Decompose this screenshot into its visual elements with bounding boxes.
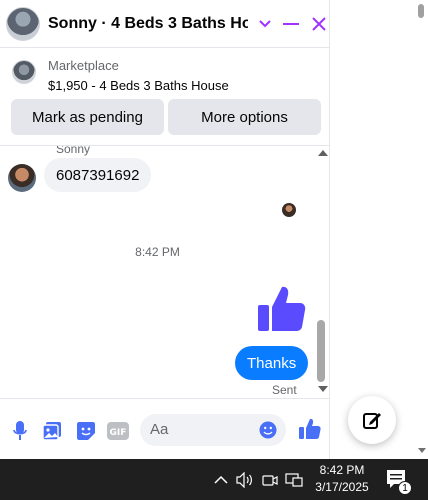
more-options-button[interactable]: More options (168, 99, 321, 135)
incoming-message-bubble[interactable]: 6087391692 (44, 158, 152, 192)
camera-icon[interactable] (261, 471, 279, 489)
new-message-button[interactable] (348, 396, 396, 444)
message-list: Sonny 6087391692 8:42 PM Thanks Sent (0, 146, 330, 398)
minimize-icon[interactable] (280, 13, 302, 35)
sender-name: Sonny (56, 146, 91, 156)
listing-avatar[interactable] (6, 6, 40, 41)
microphone-icon[interactable] (10, 421, 30, 441)
screen: Sonny · 4 Beds 3 Baths Ho... Marketplace… (0, 0, 428, 500)
message-status: Sent (272, 383, 297, 397)
show-hidden-icons-icon[interactable] (212, 471, 230, 489)
scroll-down-arrow[interactable] (318, 386, 328, 392)
message-input-placeholder: Aa (150, 421, 169, 438)
network-icon[interactable] (285, 471, 303, 489)
page-scroll-thumb[interactable] (418, 4, 424, 18)
message-composer: GIF Aa (0, 398, 330, 459)
taskbar: 8:42 PM 3/17/2025 1 (0, 459, 428, 500)
mark-as-pending-button[interactable]: Mark as pending (11, 99, 164, 135)
message-input[interactable]: Aa (140, 414, 286, 446)
listing-summary: $1,950 - 4 Beds 3 Baths House (48, 78, 229, 93)
taskbar-clock[interactable]: 8:42 PM 3/17/2025 (308, 462, 376, 496)
gif-icon[interactable]: GIF (107, 421, 129, 441)
time-separator: 8:42 PM (135, 245, 180, 259)
chat-header[interactable]: Sonny · 4 Beds 3 Baths Ho... (0, 0, 330, 48)
notification-badge: 1 (398, 481, 412, 495)
chat-title[interactable]: Sonny · 4 Beds 3 Baths Ho... (48, 15, 248, 33)
scroll-thumb[interactable] (317, 320, 325, 382)
close-icon[interactable] (308, 13, 330, 35)
sticker-icon[interactable] (76, 421, 96, 441)
thumbs-up-icon[interactable] (256, 283, 308, 335)
listing-thumbnail (12, 60, 36, 84)
page-scrollbar[interactable] (416, 0, 428, 459)
notification-center[interactable]: 1 (386, 469, 412, 495)
taskbar-time: 8:42 PM (319, 463, 365, 477)
svg-text:GIF: GIF (110, 428, 127, 438)
compose-icon (363, 413, 381, 429)
speaker-icon[interactable] (236, 471, 254, 489)
outgoing-message-bubble[interactable]: Thanks (235, 346, 309, 380)
page-scroll-down-arrow[interactable] (418, 448, 426, 453)
taskbar-date: 3/17/2025 (315, 480, 369, 494)
scroll-up-arrow[interactable] (318, 150, 328, 156)
photo-icon[interactable] (42, 421, 62, 441)
sender-avatar[interactable] (8, 164, 36, 192)
chevron-down-icon[interactable] (254, 13, 276, 35)
send-like-icon[interactable] (298, 417, 322, 441)
message-scrollbar[interactable] (315, 146, 329, 398)
seen-indicator-avatar (282, 203, 296, 217)
listing-category: Marketplace (48, 58, 119, 73)
chat-window: Sonny · 4 Beds 3 Baths Ho... Marketplace… (0, 0, 330, 459)
listing-info[interactable]: Marketplace $1,950 - 4 Beds 3 Baths Hous… (0, 52, 330, 96)
listing-actions: Mark as pending More options (11, 99, 321, 135)
emoji-icon[interactable] (259, 421, 277, 439)
